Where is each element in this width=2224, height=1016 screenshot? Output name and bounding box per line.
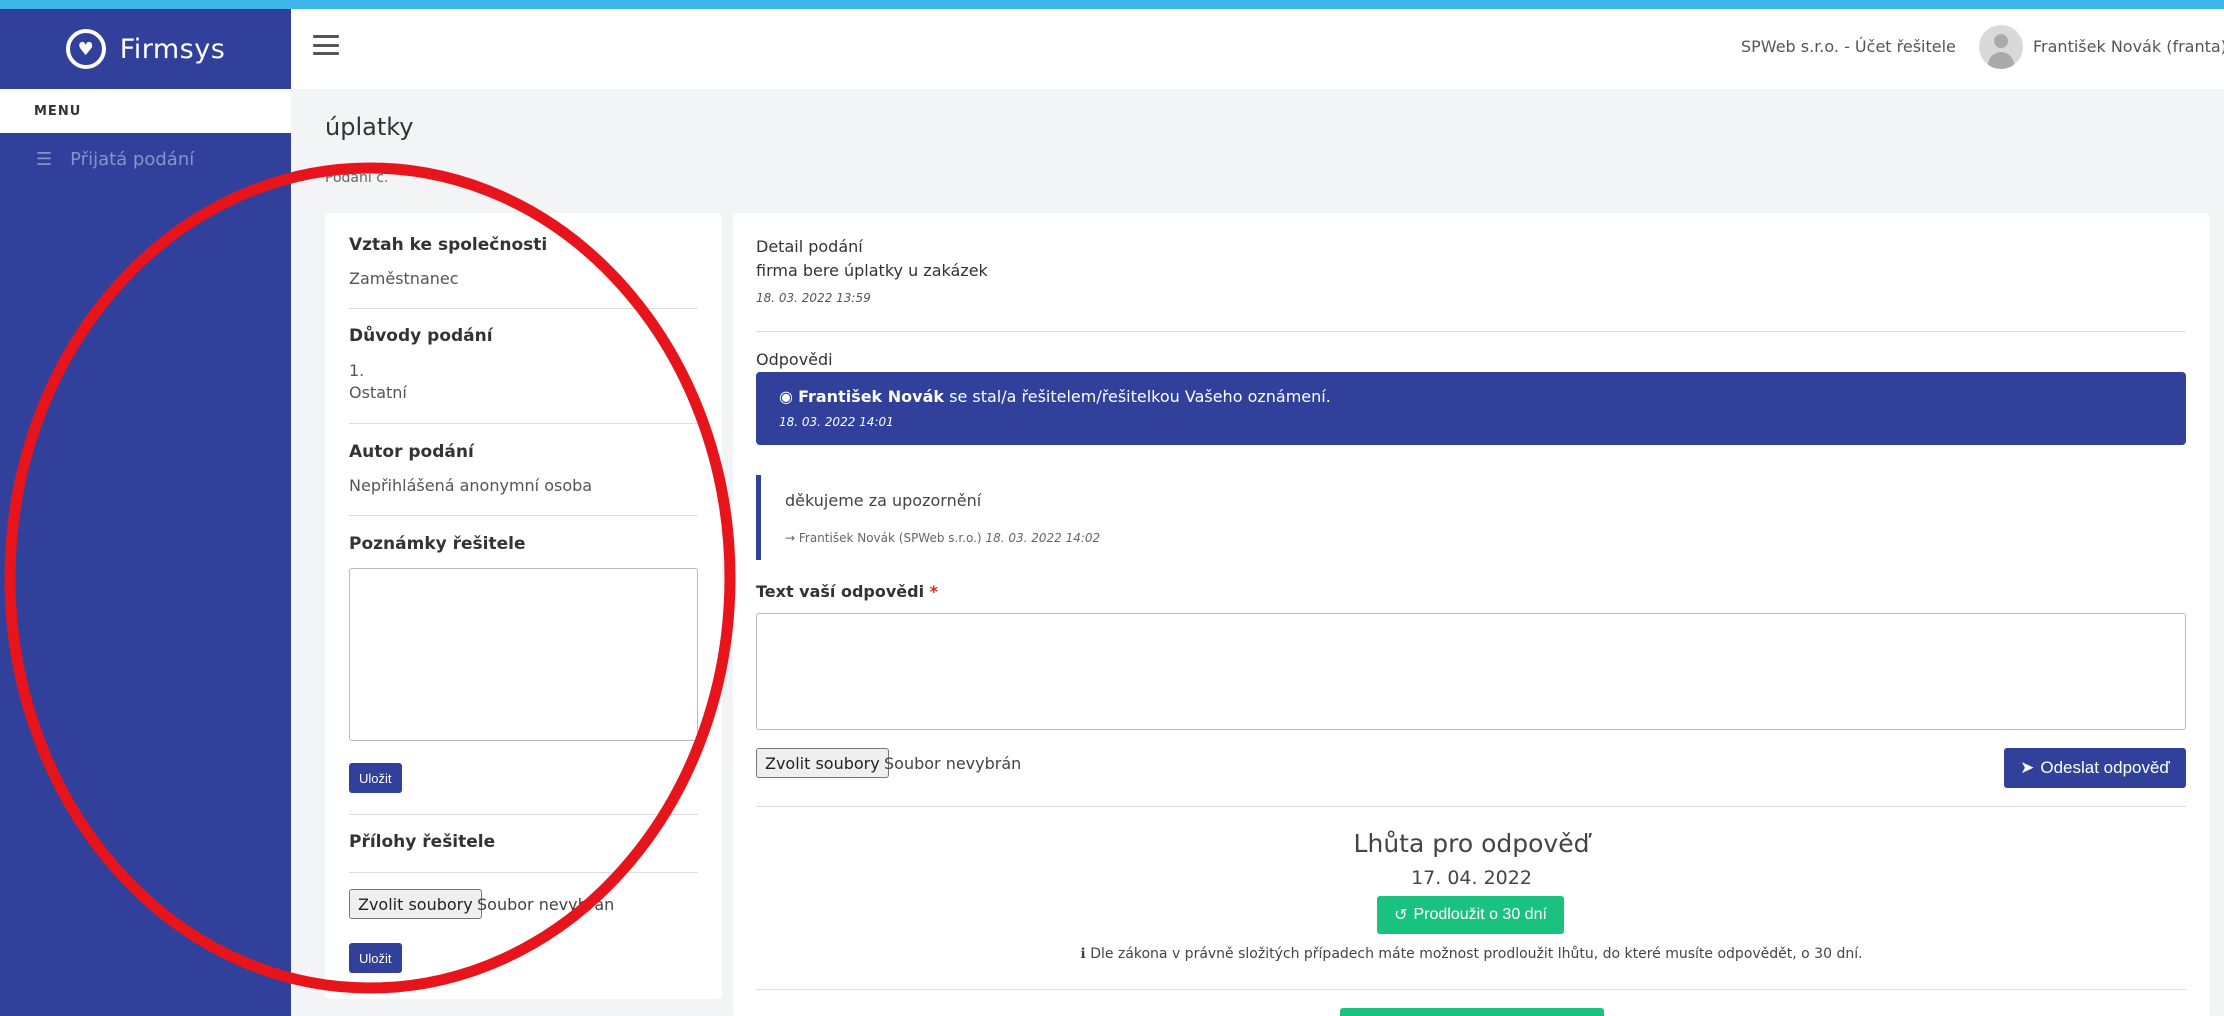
page-title: úplatky <box>325 113 414 141</box>
history-icon: ↺ <box>1394 907 1408 924</box>
divider <box>756 331 2186 332</box>
extend-label: Prodloužit o 30 dní <box>1413 906 1547 923</box>
reply-timestamp: 18. 03. 2022 14:02 <box>985 531 1101 545</box>
deadline-title: Lhůta pro odpověď <box>1353 829 1590 858</box>
sidebar-item-received-submissions[interactable]: ☰ Přijatá podání <box>0 133 291 185</box>
notes-label: Poznámky řešitele <box>349 534 526 554</box>
partial-green-button[interactable] <box>1340 1008 1604 1016</box>
sidebar-item-label: Přijatá podání <box>70 148 195 170</box>
relation-value: Zaměstnanec <box>349 269 459 288</box>
divider <box>756 989 2186 990</box>
deadline-date: 17. 04. 2022 <box>1411 867 1532 889</box>
solver-notes-textarea[interactable] <box>349 568 698 741</box>
reasons-number: 1. <box>349 361 365 380</box>
company-account: SPWeb s.r.o. - Účet řešitele <box>1741 37 1956 56</box>
banner-user: František Novák <box>798 387 945 406</box>
detail-text: firma bere úplatky u zakázek <box>756 261 988 280</box>
divider <box>349 814 698 815</box>
required-marker: * <box>929 582 939 601</box>
no-file-selected: Soubor nevybrán <box>477 895 615 914</box>
answer-label: Text vaší odpovědi * <box>756 582 938 601</box>
reasons-label: Důvody podání <box>349 326 493 346</box>
author-label: Autor podání <box>349 442 474 462</box>
firmsys-logo-icon: ♥ <box>65 29 106 69</box>
relation-label: Vztah ke společnosti <box>349 235 548 255</box>
no-file-selected: Soubor nevybrán <box>884 754 1022 773</box>
brand[interactable]: ♥ Firmsys <box>0 9 291 89</box>
divider <box>349 515 698 516</box>
choose-files-button[interactable]: Zvolit soubory <box>756 748 889 778</box>
banner-text: ◉ František Novák se stal/a řešitelem/ře… <box>779 387 1331 406</box>
attachments-label: Přílohy řešitele <box>349 832 496 852</box>
reply-meta: → František Novák (SPWeb s.r.o.) 18. 03.… <box>785 531 1100 545</box>
reply-message: děkujeme za upozornění → František Novák… <box>756 475 2186 560</box>
brand-name: Firmsys <box>119 33 226 65</box>
divider <box>756 806 2186 807</box>
info-circle-icon: ℹ <box>1080 946 1086 962</box>
answer-textarea[interactable] <box>756 613 2186 730</box>
divider <box>349 872 698 873</box>
avatar[interactable] <box>1979 25 2023 69</box>
top-header: SPWeb s.r.o. - Účet řešitele František N… <box>291 9 2224 89</box>
deadline-info: ℹ Dle zákona v právně složitých případec… <box>733 946 2210 962</box>
page-subtitle: Podání č. <box>325 170 389 186</box>
divider <box>349 423 698 424</box>
send-answer-label: Odeslat odpověď <box>2040 758 2170 777</box>
save-attachments-button[interactable]: Uložit <box>349 943 402 973</box>
menu-header: MENU <box>0 89 291 133</box>
list-icon: ☰ <box>36 148 53 170</box>
solver-assigned-banner: ◉ František Novák se stal/a řešitelem/ře… <box>756 372 2186 445</box>
detail-label: Detail podání <box>756 237 863 256</box>
reasons-value: Ostatní <box>349 383 407 402</box>
paper-plane-icon: ➤ <box>2020 758 2035 777</box>
hamburger-menu-icon[interactable] <box>313 35 339 55</box>
reply-author: → František Novák (SPWeb s.r.o.) <box>785 531 986 545</box>
answers-label: Odpovědi <box>756 350 833 369</box>
reply-text: děkujeme za upozornění <box>785 491 982 510</box>
divider <box>349 308 698 309</box>
answer-label-text: Text vaší odpovědi <box>756 582 925 601</box>
user-name[interactable]: František Novák (franta) <box>2033 37 2224 56</box>
banner-timestamp: 18. 03. 2022 14:01 <box>779 415 894 429</box>
user-circle-icon: ◉ <box>779 387 793 406</box>
sidebar: ♥ Firmsys MENU ☰ Přijatá podání <box>0 9 291 1016</box>
detail-timestamp: 18. 03. 2022 13:59 <box>756 291 871 305</box>
info-text: Dle zákona v právně složitých případech … <box>1090 946 1863 962</box>
choose-files-button[interactable]: Zvolit soubory <box>349 889 482 919</box>
top-accent-strip <box>0 0 2224 9</box>
extend-deadline-button[interactable]: ↺ Prodloužit o 30 dní <box>1377 896 1564 934</box>
submission-info-card: Vztah ke společnosti Zaměstnanec Důvody … <box>325 213 722 999</box>
send-answer-button[interactable]: ➤ Odeslat odpověď <box>2004 748 2186 788</box>
banner-message: se stal/a řešitelem/řešitelkou Vašeho oz… <box>944 387 1331 406</box>
submission-detail-card: Detail podání firma bere úplatky u zakáz… <box>733 213 2210 1016</box>
author-value: Nepřihlášená anonymní osoba <box>349 476 593 495</box>
save-notes-button[interactable]: Uložit <box>349 763 402 793</box>
